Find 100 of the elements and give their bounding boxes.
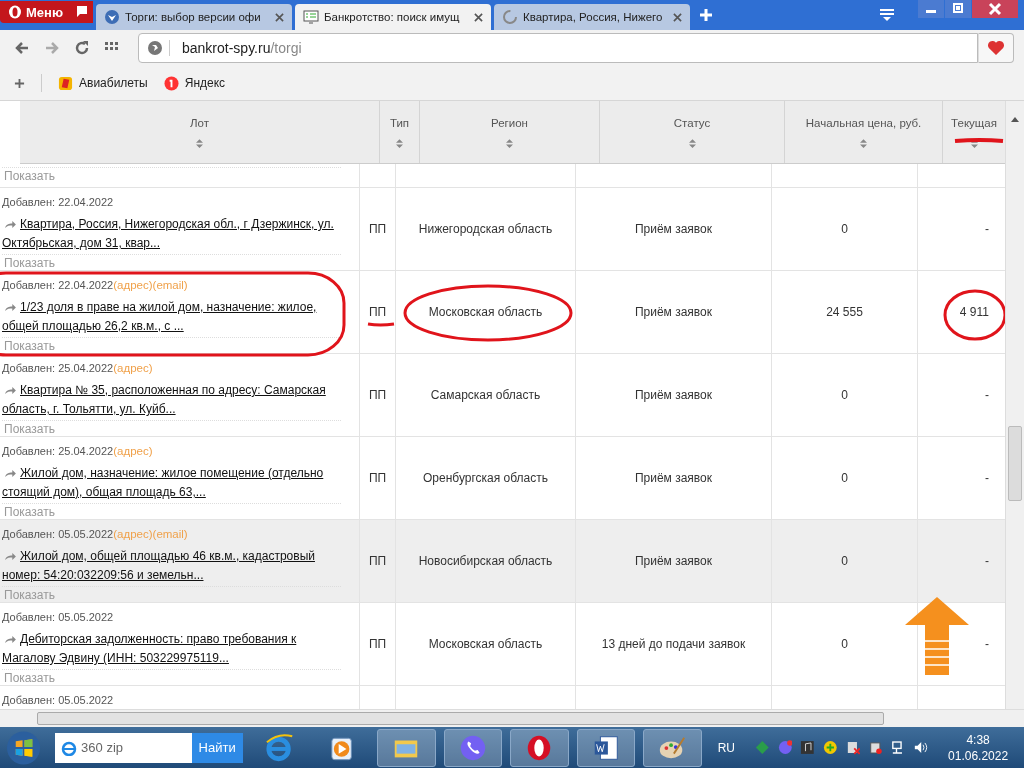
spinner-icon — [502, 9, 518, 25]
taskbar-button[interactable] — [643, 728, 702, 767]
table-cell: ПП — [368, 637, 387, 651]
tray-icon[interactable] — [800, 740, 815, 755]
search-field[interactable]: 360 zip — [55, 732, 192, 763]
added-date: Добавлен: 25.04.2022 — [2, 362, 114, 376]
share-icon — [4, 386, 17, 395]
reload-icon[interactable] — [74, 40, 90, 56]
table-cell: Приём заявок — [634, 554, 713, 568]
share-icon — [4, 303, 17, 312]
bookmark-icon — [58, 75, 73, 91]
bookmark-button[interactable] — [978, 33, 1014, 63]
added-date: Добавлен: 22.04.2022 — [2, 196, 114, 210]
share-icon — [4, 635, 17, 644]
close-tab-icon[interactable] — [275, 12, 284, 22]
browser-icon — [61, 739, 78, 756]
start-button[interactable] — [6, 729, 42, 766]
table-cell: Нижегородская область — [418, 222, 553, 236]
sort-icon — [506, 138, 513, 148]
table-cell: 0 — [841, 222, 848, 236]
table-cell: 0 — [841, 554, 848, 568]
lot-link[interactable]: Квартира, Россия, Нижегородская обл., г Дзержинск, ул. Октябрьская, дом 31, квар... — [2, 215, 341, 253]
table-cell: - — [985, 637, 989, 651]
table-cell: Московская область — [428, 637, 543, 651]
share-icon — [4, 552, 17, 561]
column-header[interactable]: Статус — [600, 101, 785, 163]
column-header[interactable]: Лот — [20, 101, 380, 163]
lot-link[interactable]: Жилой дом, общей площадью 46 кв.м., кадастровый номер: 54:20:032209:56 и земельн... — [2, 547, 341, 585]
column-header[interactable]: Тип — [380, 101, 420, 163]
table-cell: - — [985, 554, 989, 568]
tray-icon[interactable] — [822, 740, 838, 755]
table-cell: Самарская область — [430, 388, 541, 402]
column-header[interactable]: Начальная цена, руб. — [785, 101, 943, 163]
added-date: Добавлен: 05.05.2022 — [2, 694, 115, 706]
lot-link[interactable]: 1/23 доля в праве на жилой дом, назначение: жилое, общей площадью 26,2 кв.м., с ... — [2, 298, 341, 336]
table-cell: ПП — [368, 305, 387, 319]
underline-mark — [367, 322, 395, 327]
opera-icon — [8, 5, 22, 19]
volume-icon[interactable] — [913, 740, 929, 755]
search-button[interactable]: Найти — [191, 732, 243, 763]
table-cell: 0 — [841, 637, 848, 651]
table-cell: 0 — [841, 471, 848, 485]
close-tab-icon[interactable] — [474, 12, 483, 22]
lot-link[interactable]: Дебиторская задолженность: право требования к Магалову Эдвину (ИНН: 503229975119... — [2, 630, 341, 668]
share-icon — [4, 469, 17, 478]
table-cell: Приём заявок — [634, 388, 713, 402]
back-icon[interactable] — [14, 40, 30, 56]
lot-link[interactable]: Квартира № 35, расположенная по адресу: Самарская область, г. Тольятти, ул. Куйб... — [2, 381, 341, 419]
underline-mark — [954, 138, 1004, 143]
added-date: Добавлен: 22.04.2022 — [2, 279, 114, 293]
share-icon — [4, 220, 17, 229]
language-indicator[interactable]: RU — [717, 740, 736, 755]
column-header[interactable]: Регион — [420, 101, 600, 163]
address-field[interactable]: bankrot-spy.ru/torgi — [138, 33, 978, 63]
emblem-icon — [104, 9, 120, 25]
browser-tab[interactable]: Банкротство: поиск имущ — [295, 4, 491, 30]
globe-icon[interactable] — [147, 40, 170, 56]
monitor-icon — [303, 9, 319, 25]
taskbar-button[interactable] — [510, 728, 569, 767]
table-cell: - — [985, 471, 989, 485]
table-cell: 4 911 — [959, 305, 989, 319]
table-cell: 13 дней до подачи заявок — [601, 637, 746, 651]
table-cell: 0 — [841, 388, 848, 402]
table-cell: ПП — [368, 388, 387, 402]
table-cell: Оренбургская область — [423, 471, 548, 485]
new-tab-icon[interactable] — [699, 8, 713, 22]
menu-button[interactable]: Меню — [0, 1, 71, 23]
add-bookmark-icon[interactable] — [14, 77, 25, 89]
minimize-icon[interactable] — [918, 0, 944, 18]
heart-icon — [987, 40, 1005, 56]
close-icon[interactable] — [972, 0, 1018, 18]
table-cell: Новосибирская область — [418, 554, 553, 568]
scroll-thumb[interactable] — [1008, 426, 1022, 501]
restore-icon[interactable] — [945, 0, 971, 18]
column-header[interactable]: Текущая — [943, 101, 1005, 163]
bookmark-link[interactable]: Авиабилеты — [58, 75, 148, 91]
added-date: Добавлен: 25.04.2022 — [2, 445, 114, 459]
flag-icon[interactable] — [71, 1, 93, 23]
tray-icon[interactable] — [868, 740, 883, 755]
taskbar-button[interactable] — [377, 728, 436, 767]
vertical-scrollbar[interactable] — [1005, 101, 1024, 709]
table-cell: ПП — [368, 554, 387, 568]
scroll-up-icon[interactable] — [1011, 117, 1019, 122]
table-cell: Приём заявок — [634, 305, 713, 319]
tray-icon[interactable] — [845, 740, 861, 755]
sort-icon — [860, 138, 867, 148]
bookmark-link[interactable]: Яндекс — [163, 75, 226, 91]
table-cell: - — [985, 388, 989, 402]
lot-link[interactable]: Жилой дом, назначение: жилое помещение (отдельно стоящий дом), общая площадь 63,... — [2, 464, 341, 502]
close-tab-icon[interactable] — [673, 12, 682, 22]
browser-tab[interactable]: Квартира, Россия, Нижего — [494, 4, 690, 30]
sort-icon — [688, 138, 696, 148]
horizontal-scrollbar[interactable] — [0, 709, 1024, 727]
clock[interactable]: 4:38 01.06.2022 — [948, 731, 1009, 764]
added-date: Добавлен: 05.05.2022 — [2, 528, 114, 542]
table-cell: - — [985, 222, 989, 236]
browser-tab[interactable]: Торги: выбор версии офи — [96, 4, 292, 30]
scroll-thumb[interactable] — [37, 712, 884, 725]
taskbar-button[interactable] — [576, 728, 636, 767]
tab-menu-icon[interactable] — [879, 8, 895, 22]
